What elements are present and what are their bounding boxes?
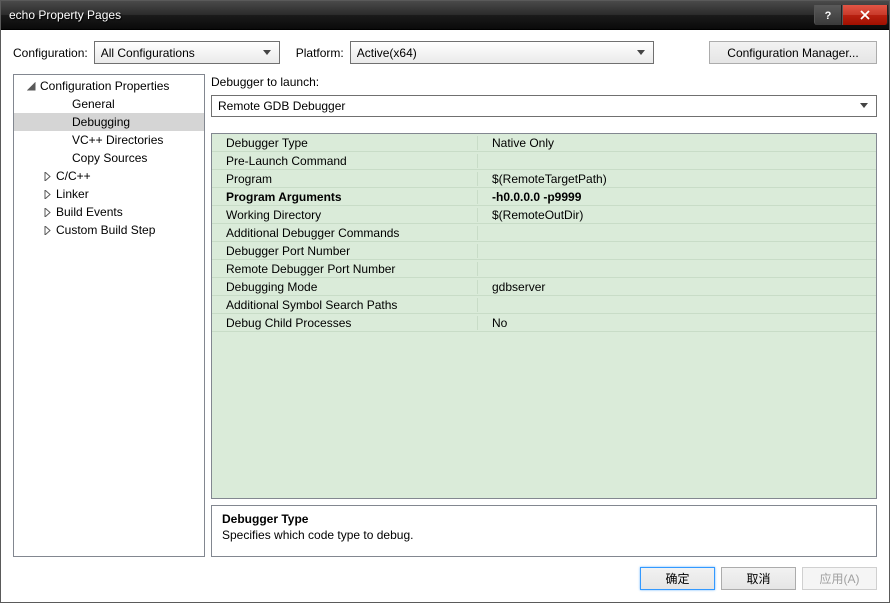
- chevron-down-icon: [633, 50, 649, 56]
- configuration-manager-button[interactable]: Configuration Manager...: [709, 41, 877, 64]
- property-name: Debugger Port Number: [212, 244, 478, 258]
- tree-item[interactable]: C/C++: [14, 167, 204, 185]
- close-button[interactable]: [842, 5, 888, 25]
- debugger-launch-combo[interactable]: Remote GDB Debugger: [211, 95, 877, 117]
- config-bar: Configuration: All Configurations Platfo…: [13, 41, 877, 64]
- property-name: Debugging Mode: [212, 280, 478, 294]
- property-value[interactable]: -h0.0.0.0 -p9999: [478, 190, 876, 204]
- property-value[interactable]: $(RemoteTargetPath): [478, 172, 876, 186]
- property-value[interactable]: No: [478, 316, 876, 330]
- tree-label: General: [70, 97, 115, 111]
- platform-label: Platform:: [296, 46, 344, 60]
- properties-panel: Debugger to launch: Remote GDB Debugger …: [211, 74, 877, 557]
- description-text: Specifies which code type to debug.: [222, 528, 866, 542]
- property-row[interactable]: Additional Symbol Search Paths: [212, 296, 876, 314]
- chevron-down-icon: [259, 50, 275, 56]
- property-name: Additional Symbol Search Paths: [212, 298, 478, 312]
- property-name: Additional Debugger Commands: [212, 226, 478, 240]
- expander-closed-icon[interactable]: [40, 208, 54, 217]
- expander-closed-icon[interactable]: [40, 190, 54, 199]
- configuration-combo[interactable]: All Configurations: [94, 41, 280, 64]
- titlebar[interactable]: echo Property Pages ?: [1, 1, 889, 30]
- configuration-manager-label: Configuration Manager...: [727, 46, 858, 60]
- property-name: Remote Debugger Port Number: [212, 262, 478, 276]
- chevron-down-icon: [856, 103, 872, 109]
- property-row[interactable]: Program Arguments-h0.0.0.0 -p9999: [212, 188, 876, 206]
- tree-label: Build Events: [54, 205, 123, 219]
- apply-button[interactable]: 应用(A): [802, 567, 877, 590]
- tree-label: Linker: [54, 187, 89, 201]
- tree-label: C/C++: [54, 169, 91, 183]
- close-icon: [859, 9, 871, 21]
- property-value[interactable]: Native Only: [478, 136, 876, 150]
- configuration-label: Configuration:: [13, 46, 88, 60]
- platform-value: Active(x64): [357, 46, 633, 60]
- property-row[interactable]: Remote Debugger Port Number: [212, 260, 876, 278]
- description-title: Debugger Type: [222, 512, 866, 526]
- ok-button[interactable]: 确定: [640, 567, 715, 590]
- property-grid[interactable]: Debugger TypeNative OnlyPre-Launch Comma…: [211, 133, 877, 499]
- tree-item-root[interactable]: Configuration Properties: [14, 77, 204, 95]
- help-icon: ?: [822, 9, 834, 21]
- platform-combo[interactable]: Active(x64): [350, 41, 654, 64]
- tree-item[interactable]: Copy Sources: [14, 149, 204, 167]
- expander-open-icon[interactable]: [24, 82, 38, 91]
- property-row[interactable]: Debugger TypeNative Only: [212, 134, 876, 152]
- property-row[interactable]: Program$(RemoteTargetPath): [212, 170, 876, 188]
- cancel-button[interactable]: 取消: [721, 567, 796, 590]
- tree-item[interactable]: Debugging: [14, 113, 204, 131]
- property-row[interactable]: Debugger Port Number: [212, 242, 876, 260]
- property-name: Pre-Launch Command: [212, 154, 478, 168]
- expander-closed-icon[interactable]: [40, 172, 54, 181]
- expander-closed-icon[interactable]: [40, 226, 54, 235]
- tree-item[interactable]: Build Events: [14, 203, 204, 221]
- property-value[interactable]: gdbserver: [478, 280, 876, 294]
- main-area: Configuration Properties General Debuggin…: [13, 74, 877, 557]
- tree-item[interactable]: General: [14, 95, 204, 113]
- property-row[interactable]: Pre-Launch Command: [212, 152, 876, 170]
- property-row[interactable]: Debug Child ProcessesNo: [212, 314, 876, 332]
- tree-label: Copy Sources: [70, 151, 147, 165]
- content-area: Configuration: All Configurations Platfo…: [1, 30, 889, 602]
- property-value[interactable]: $(RemoteOutDir): [478, 208, 876, 222]
- tree-item[interactable]: Custom Build Step: [14, 221, 204, 239]
- tree-label: Debugging: [70, 115, 130, 129]
- svg-text:?: ?: [825, 10, 832, 21]
- window-frame: echo Property Pages ? Configuration: All…: [0, 0, 890, 603]
- property-name: Debugger Type: [212, 136, 478, 150]
- debugger-launch-label: Debugger to launch:: [211, 75, 877, 89]
- property-name: Working Directory: [212, 208, 478, 222]
- property-name: Debug Child Processes: [212, 316, 478, 330]
- property-name: Program Arguments: [212, 190, 478, 204]
- window-title: echo Property Pages: [9, 8, 814, 22]
- tree-label: Custom Build Step: [54, 223, 155, 237]
- window-controls: ?: [814, 5, 888, 25]
- dialog-buttons: 确定 取消 应用(A): [13, 567, 877, 590]
- property-tree[interactable]: Configuration Properties General Debuggin…: [13, 74, 205, 557]
- tree-item[interactable]: Linker: [14, 185, 204, 203]
- property-row[interactable]: Debugging Modegdbserver: [212, 278, 876, 296]
- tree-label: VC++ Directories: [70, 133, 163, 147]
- property-row[interactable]: Working Directory$(RemoteOutDir): [212, 206, 876, 224]
- property-name: Program: [212, 172, 478, 186]
- debugger-launch-value: Remote GDB Debugger: [218, 99, 856, 113]
- tree-label: Configuration Properties: [38, 79, 169, 93]
- property-row[interactable]: Additional Debugger Commands: [212, 224, 876, 242]
- configuration-value: All Configurations: [101, 46, 259, 60]
- help-button[interactable]: ?: [814, 5, 842, 25]
- tree-item[interactable]: VC++ Directories: [14, 131, 204, 149]
- description-box: Debugger Type Specifies which code type …: [211, 505, 877, 557]
